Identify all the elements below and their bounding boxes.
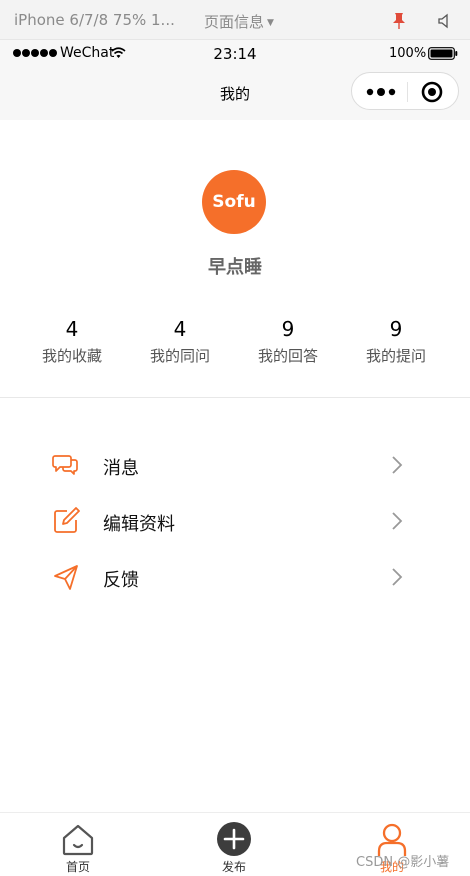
tab-publish[interactable]: 发布 bbox=[194, 813, 274, 876]
status-bar: WeChat 23:14 100% bbox=[0, 40, 470, 68]
stat-label: 我的收藏 bbox=[41, 347, 102, 365]
capsule-divider bbox=[407, 82, 408, 102]
speaker-icon[interactable] bbox=[437, 13, 453, 29]
stat-favorites[interactable]: 4 我的收藏 bbox=[18, 316, 126, 372]
capsule-menu bbox=[351, 72, 459, 110]
send-icon bbox=[54, 565, 78, 590]
stat-label: 我的提问 bbox=[365, 347, 426, 365]
chevron-right-icon bbox=[392, 568, 403, 586]
watermark: CSDN @影小薯 bbox=[356, 855, 450, 870]
menu-label: 反馈 bbox=[103, 570, 139, 591]
device-selector[interactable]: iPhone 6/7/8 75% 1... bbox=[14, 11, 175, 29]
chevron-right-icon bbox=[392, 512, 403, 530]
battery-percent: 100% bbox=[389, 46, 427, 61]
stat-value: 4 bbox=[173, 317, 187, 341]
stat-value: 9 bbox=[281, 317, 295, 341]
battery-icon bbox=[428, 47, 458, 60]
add-icon bbox=[217, 822, 251, 856]
section-divider bbox=[0, 397, 470, 398]
menu-item-feedback[interactable]: 反馈 bbox=[0, 549, 470, 605]
stat-answers[interactable]: 9 我的回答 bbox=[234, 316, 342, 372]
menu-label: 编辑资料 bbox=[103, 514, 175, 535]
avatar[interactable]: Sofu bbox=[202, 170, 266, 234]
stats-row: 4 我的收藏 4 我的同问 9 我的回答 9 我的提问 bbox=[18, 316, 450, 372]
more-icon[interactable] bbox=[366, 87, 396, 97]
menu-label: 消息 bbox=[103, 458, 139, 479]
message-icon bbox=[52, 455, 78, 475]
menu-item-edit-profile[interactable]: 编辑资料 bbox=[0, 493, 470, 549]
tab-label: 首页 bbox=[65, 860, 90, 874]
stat-label: 我的同问 bbox=[149, 347, 210, 365]
nickname: 早点睡 bbox=[208, 257, 262, 278]
caret-down-icon: ▼ bbox=[267, 18, 274, 28]
page-info-label: 页面信息 bbox=[204, 13, 265, 31]
stat-same-questions[interactable]: 4 我的同问 bbox=[126, 316, 234, 372]
simulator-toolbar: iPhone 6/7/8 75% 1... 页面信息 ▼ bbox=[0, 0, 470, 40]
stat-questions[interactable]: 9 我的提问 bbox=[342, 316, 450, 372]
stat-label: 我的回答 bbox=[257, 347, 318, 365]
close-miniprogram-icon[interactable] bbox=[421, 81, 443, 103]
pin-icon[interactable] bbox=[392, 12, 406, 30]
menu-item-messages[interactable]: 消息 bbox=[0, 437, 470, 493]
edit-icon bbox=[54, 507, 80, 533]
tab-home[interactable]: 首页 bbox=[38, 813, 118, 876]
tab-label: 发布 bbox=[221, 860, 246, 874]
navigation-bar: 我的 bbox=[0, 68, 470, 120]
stat-value: 4 bbox=[65, 317, 79, 341]
home-icon bbox=[62, 824, 94, 856]
stat-value: 9 bbox=[389, 317, 403, 341]
chevron-right-icon bbox=[392, 456, 403, 474]
page-info-dropdown[interactable]: 页面信息 ▼ bbox=[204, 11, 274, 32]
